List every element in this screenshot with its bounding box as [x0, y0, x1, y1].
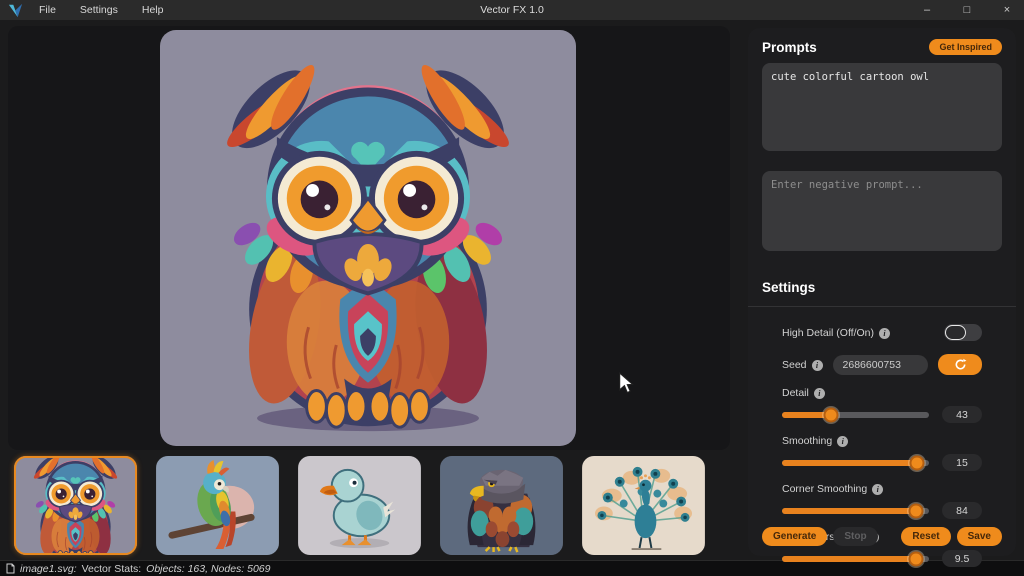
app-logo-icon	[8, 3, 23, 18]
toggle-knob[interactable]	[945, 325, 966, 340]
high-detail-row: High Detail (Off/On)i	[782, 324, 982, 341]
stop-button[interactable]: Stop	[833, 527, 877, 546]
actions-footer: Generate Stop Reset Save	[762, 527, 1002, 546]
status-stats-value: Objects: 163, Nodes: 5069	[146, 563, 270, 575]
settings-heading: Settings	[762, 280, 815, 295]
slider-value: 43	[942, 406, 982, 423]
slider-value: 15	[942, 454, 982, 471]
info-icon[interactable]: i	[814, 388, 825, 399]
artboard-preview[interactable]	[160, 30, 576, 446]
status-stats-label: Vector Stats:	[82, 563, 142, 575]
owl-artwork	[160, 30, 576, 446]
refresh-icon	[954, 358, 967, 371]
info-icon[interactable]: i	[812, 360, 823, 371]
maximize-icon[interactable]: □	[960, 4, 974, 16]
prompts-heading: Prompts	[762, 40, 817, 55]
slider-handle[interactable]	[823, 407, 838, 422]
info-icon[interactable]: i	[879, 328, 890, 339]
detail-slider[interactable]	[782, 412, 929, 418]
reset-button[interactable]: Reset	[901, 527, 950, 546]
menu-help[interactable]: Help	[142, 4, 164, 16]
prompt-input[interactable]: cute colorful cartoon owl	[762, 63, 1002, 151]
slider-value: 9.5	[942, 550, 982, 567]
slider-handle[interactable]	[908, 503, 923, 518]
slider-value: 84	[942, 502, 982, 519]
seed-label: Seedi	[782, 359, 823, 371]
negative-prompt-input[interactable]	[762, 171, 1002, 251]
divider	[748, 306, 1016, 307]
slider-row-corner-smoothing: Corner Smoothing i 84	[782, 483, 982, 519]
status-filename: image1.svg:	[20, 563, 77, 575]
titlebar: File Settings Help Vector FX 1.0 – □ ×	[0, 0, 1024, 20]
window-controls: – □ ×	[920, 0, 1014, 20]
slider-label: Corner Smoothing	[782, 483, 867, 495]
side-panel: Prompts Get Inspired cute colorful carto…	[748, 28, 1016, 556]
slider-row-detail: Detail i 43	[782, 387, 982, 423]
thumbnail-eagle[interactable]	[440, 456, 563, 555]
app-window: File Settings Help Vector FX 1.0 – □ ×	[0, 0, 1024, 576]
menu-file[interactable]: File	[39, 4, 56, 16]
corner-smoothing-slider[interactable]	[782, 508, 929, 514]
high-detail-toggle[interactable]	[944, 324, 982, 341]
close-icon[interactable]: ×	[1000, 4, 1014, 16]
path-coarseness-slider[interactable]	[782, 556, 929, 562]
generate-button[interactable]: Generate	[762, 527, 827, 546]
high-detail-label: High Detail (Off/On)i	[782, 327, 890, 339]
mouse-cursor-icon	[618, 372, 634, 394]
file-icon	[6, 563, 15, 574]
menu-settings[interactable]: Settings	[80, 4, 118, 16]
thumbnail-owl[interactable]	[14, 456, 137, 555]
slider-row-smoothing: Smoothing i 15	[782, 435, 982, 471]
slider-handle[interactable]	[908, 551, 923, 566]
slider-label: Smoothing	[782, 435, 832, 447]
seed-refresh-button[interactable]	[938, 354, 982, 375]
seed-input[interactable]	[833, 355, 928, 375]
thumbnail-duck[interactable]	[298, 456, 421, 555]
menubar: File Settings Help	[39, 4, 163, 16]
minimize-icon[interactable]: –	[920, 4, 934, 16]
slider-handle[interactable]	[910, 455, 925, 470]
thumbnail-strip	[8, 456, 730, 556]
info-icon[interactable]: i	[872, 484, 883, 495]
save-button[interactable]: Save	[957, 527, 1002, 546]
smoothing-slider[interactable]	[782, 460, 929, 466]
thumbnail-parrot[interactable]	[156, 456, 279, 555]
info-icon[interactable]: i	[837, 436, 848, 447]
get-inspired-button[interactable]: Get Inspired	[929, 39, 1002, 55]
seed-row: Seedi	[782, 354, 982, 375]
slider-label: Detail	[782, 387, 809, 399]
thumbnail-peacock[interactable]	[582, 456, 705, 555]
